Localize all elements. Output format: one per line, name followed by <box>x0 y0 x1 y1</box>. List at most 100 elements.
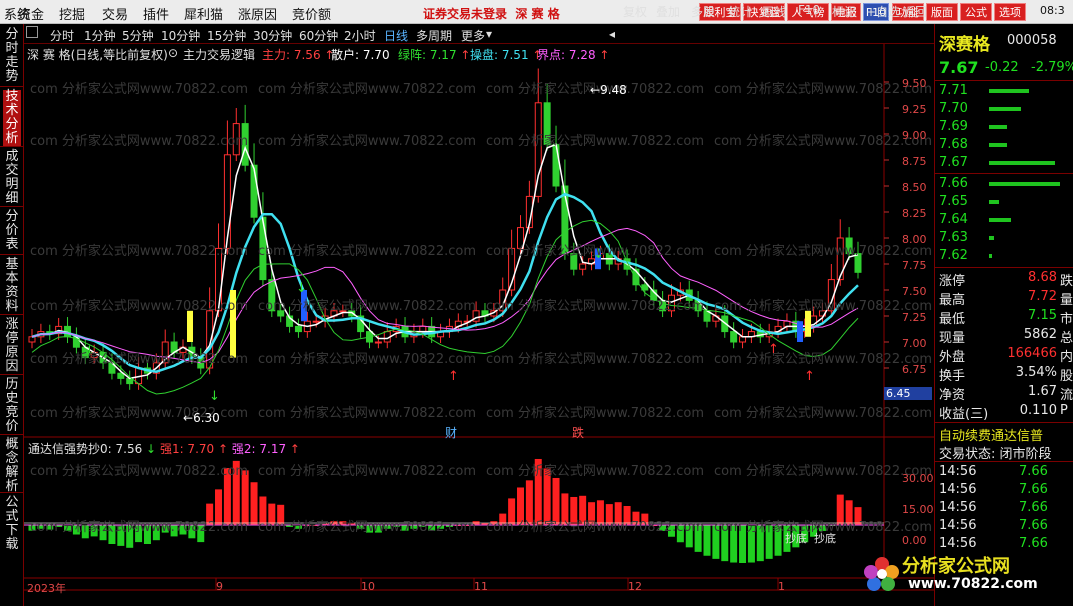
watermark: com 分析家公式网www.70822.com <box>30 134 248 149</box>
volume-bar <box>989 200 999 204</box>
watermark: com 分析家公式网www.70822.com <box>486 406 704 421</box>
volume-bar <box>989 107 1021 111</box>
low-price-label: ←6.30 <box>183 411 220 425</box>
stat-label: 最低 <box>939 312 966 327</box>
bid-price: 7.64 <box>939 212 968 227</box>
volume-bar <box>989 182 1060 186</box>
watermark: com 分析家公式网www.70822.com <box>486 520 704 535</box>
tick-price: 7.66 <box>1019 518 1048 533</box>
volume-bar <box>989 236 994 240</box>
x-tick: 9 <box>216 580 223 593</box>
sub-chart-name: 通达信强势抄0 <box>28 442 108 456</box>
watermark: com 分析家公式网www.70822.com <box>30 352 248 367</box>
app-window: 系统 资金 挖掘 交易 插件 犀利猫 涨原因 竞价额 证券交易未登录 深 赛 格… <box>0 0 1073 606</box>
watermark: com 分析家公式网www.70822.com <box>714 464 932 479</box>
watermark: com 分析家公式网www.70822.com <box>714 406 932 421</box>
candle-body <box>730 331 738 343</box>
trade-state: 交易状态: 闭市阶段 <box>939 447 1052 462</box>
stock-name: 深赛格 <box>939 35 990 55</box>
watermark: com 分析家公式网www.70822.com <box>258 520 476 535</box>
y-tick: 7.50 <box>902 285 927 298</box>
ask-price: 7.70 <box>939 101 968 116</box>
y-tick: 9.00 <box>902 129 927 142</box>
stat-label-2: 流 <box>1060 388 1073 403</box>
sub-y-tick: 15.00 <box>902 503 934 516</box>
down-arrow-icon: ↓ <box>296 281 307 296</box>
logo-url: www.70822.com <box>908 576 1038 592</box>
histogram-bar <box>703 525 711 556</box>
stat-label: 最高 <box>939 293 966 308</box>
ask-price: 7.67 <box>939 155 968 170</box>
candle-body <box>552 143 560 187</box>
candle-body <box>419 325 427 333</box>
y-tick: 9.50 <box>902 77 927 90</box>
x-tick: 12 <box>628 580 642 593</box>
volume-bar <box>989 143 1007 147</box>
y-tick: 8.25 <box>902 207 927 220</box>
site-logo: 分析家公式网 www.70822.com <box>862 548 1062 602</box>
event-marker-die[interactable]: 跌 <box>572 424 584 441</box>
x-tick: 1 <box>778 580 785 593</box>
bid-price: 7.63 <box>939 230 968 245</box>
flower-logo-icon <box>864 557 899 591</box>
candle-body <box>374 341 382 344</box>
signal-bar <box>187 310 193 342</box>
watermark: com 分析家公式网www.70822.com <box>258 299 476 314</box>
stat-label-2: 量 <box>1060 293 1073 308</box>
stat-value: 3.54% <box>1015 365 1057 380</box>
candle-body <box>28 336 36 343</box>
y-tick: 6.75 <box>902 363 927 376</box>
volume-bar <box>989 218 1011 222</box>
x-tick: 11 <box>474 580 488 593</box>
stat-value: 5862 <box>1023 327 1057 342</box>
watermark: com 分析家公式网www.70822.com <box>486 134 704 149</box>
y-tick: 8.00 <box>902 233 927 246</box>
stat-value: 0.110 <box>1019 403 1057 418</box>
bid-price: 7.62 <box>939 248 968 263</box>
x-tick: 10 <box>361 580 375 593</box>
signal-bar <box>797 321 803 342</box>
cursor-price-tag: 6.45 <box>884 387 932 400</box>
volume-bar <box>989 89 1029 93</box>
watermark: com 分析家公式网www.70822.com <box>714 299 932 314</box>
watermark: com 分析家公式网www.70822.com <box>30 244 248 259</box>
candle-body <box>579 263 587 270</box>
candle-body <box>294 325 302 333</box>
sub-y-tick: 0.00 <box>902 534 927 547</box>
y-tick: 8.75 <box>902 155 927 168</box>
watermark: com 分析家公式网www.70822.com <box>714 244 932 259</box>
stat-label-2: 内 <box>1060 350 1073 365</box>
watermark: com 分析家公式网www.70822.com <box>258 352 476 367</box>
stat-value: 7.72 <box>1028 289 1057 304</box>
candle-body <box>783 320 791 327</box>
stat-label-2: 股 <box>1060 369 1073 384</box>
price-pct: -2.79% <box>1031 60 1073 75</box>
ask-price: 7.69 <box>939 119 968 134</box>
bid-price: 7.65 <box>939 194 968 209</box>
up-arrow-icon: ↑ <box>804 369 815 384</box>
volume-bar <box>989 254 992 258</box>
watermark: com 分析家公式网www.70822.com <box>258 406 476 421</box>
stock-code: 000058 <box>1007 33 1057 48</box>
watermark: com 分析家公式网www.70822.com <box>714 82 932 97</box>
auto-renew-ad[interactable]: 自动续费通达信普 <box>939 425 1043 444</box>
watermark: com 分析家公式网www.70822.com <box>486 244 704 259</box>
watermark: com 分析家公式网www.70822.com <box>30 464 248 479</box>
stat-value: 1.67 <box>1028 384 1057 399</box>
tick-time: 14:56 <box>939 464 977 479</box>
y-tick: 7.25 <box>902 311 927 324</box>
watermark: com 分析家公式网www.70822.com <box>486 464 704 479</box>
stat-label: 涨停 <box>939 274 966 289</box>
bid-price: 7.66 <box>939 176 968 191</box>
stat-value: 7.15 <box>1028 308 1057 323</box>
watermark: com 分析家公式网www.70822.com <box>30 299 248 314</box>
stat-label-2: P <box>1060 403 1068 418</box>
y-tick: 7.75 <box>902 259 927 272</box>
ask-price: 7.68 <box>939 137 968 152</box>
stat-label: 换手 <box>939 369 966 384</box>
chaodi-tag: 抄底 <box>814 532 836 545</box>
current-price: 7.67 <box>939 58 979 77</box>
signal-bar <box>805 310 811 337</box>
tick-price: 7.66 <box>1019 500 1048 515</box>
event-marker-cai[interactable]: 财 <box>445 424 457 441</box>
